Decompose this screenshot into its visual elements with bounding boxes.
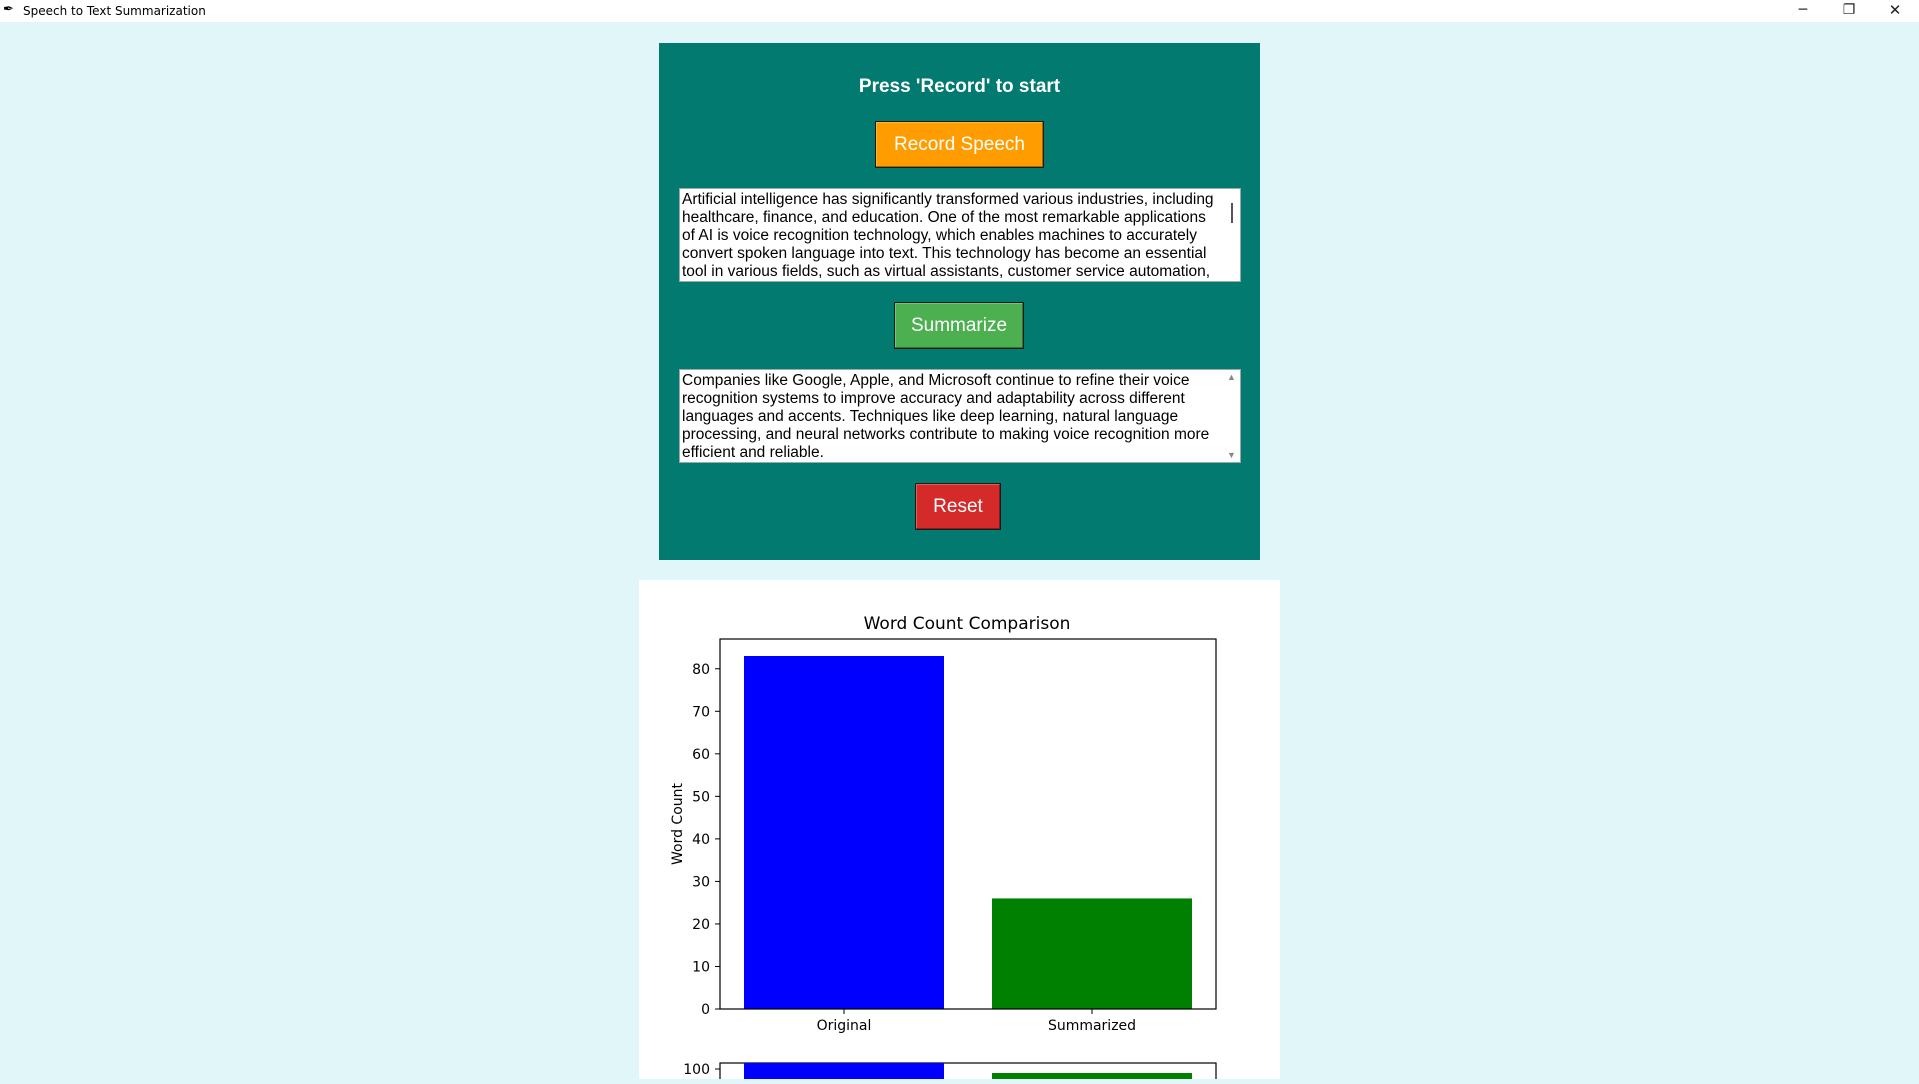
y-tick-label: 70 bbox=[692, 704, 710, 720]
summary-text-box[interactable]: Companies like Google, Apple, and Micros… bbox=[679, 369, 1241, 463]
original-text-scrollbar[interactable] bbox=[1223, 189, 1240, 281]
word-count-chart: Word Count Comparison Word Count 0 10 20 30… bbox=[670, 614, 1217, 1084]
chart-panel: Word Count Comparison Word Count 0 10 20 30… bbox=[639, 580, 1280, 1084]
window-titlebar: ✒ Speech to Text Summarization ─ ❐ ✕ bbox=[0, 0, 1919, 22]
minimize-button[interactable]: ─ bbox=[1780, 0, 1826, 22]
record-speech-button[interactable]: Record Speech bbox=[875, 121, 1044, 168]
scroll-up-icon[interactable]: ▲ bbox=[1227, 372, 1236, 382]
close-button[interactable]: ✕ bbox=[1872, 0, 1918, 22]
y-tick-label: 10 bbox=[692, 959, 710, 975]
second-chart-bar-summarized bbox=[992, 1073, 1192, 1084]
summary-text: Companies like Google, Apple, and Micros… bbox=[682, 372, 1210, 461]
second-chart-y-tick-label: 100 bbox=[683, 1062, 710, 1078]
y-tick-label: 50 bbox=[692, 789, 710, 805]
scroll-down-icon[interactable]: ▼ bbox=[1227, 450, 1236, 460]
x-tick-label: Original bbox=[817, 1018, 872, 1034]
x-tick-label: Summarized bbox=[1048, 1018, 1136, 1034]
feather-icon: ✒ bbox=[3, 2, 14, 17]
window-title: Speech to Text Summarization bbox=[23, 4, 206, 18]
control-panel: Press 'Record' to start Record Speech Ar… bbox=[659, 43, 1260, 560]
y-tick-label: 30 bbox=[692, 874, 710, 890]
y-tick-label: 80 bbox=[692, 662, 710, 678]
second-chart-bar-original bbox=[744, 1063, 944, 1084]
scrollbar-thumb[interactable] bbox=[1231, 203, 1233, 223]
original-text-box[interactable]: Artificial intelligence has significantl… bbox=[679, 188, 1241, 282]
summarize-button[interactable]: Summarize bbox=[894, 302, 1024, 349]
original-text: Artificial intelligence has significantl… bbox=[682, 191, 1214, 280]
maximize-button[interactable]: ❐ bbox=[1826, 0, 1872, 22]
y-tick-label: 20 bbox=[692, 917, 710, 933]
y-tick-label: 60 bbox=[692, 747, 710, 763]
status-label: Press 'Record' to start bbox=[858, 76, 1061, 97]
y-tick-label: 40 bbox=[692, 832, 710, 848]
chart-title: Word Count Comparison bbox=[864, 614, 1071, 634]
y-axis-label: Word Count bbox=[670, 782, 686, 865]
reset-button[interactable]: Reset bbox=[915, 483, 1001, 530]
summary-text-scrollbar[interactable]: ▲ ▼ bbox=[1223, 370, 1240, 462]
bar-summarized bbox=[992, 898, 1192, 1009]
y-tick-label: 0 bbox=[701, 1002, 710, 1018]
bar-original bbox=[744, 656, 944, 1009]
